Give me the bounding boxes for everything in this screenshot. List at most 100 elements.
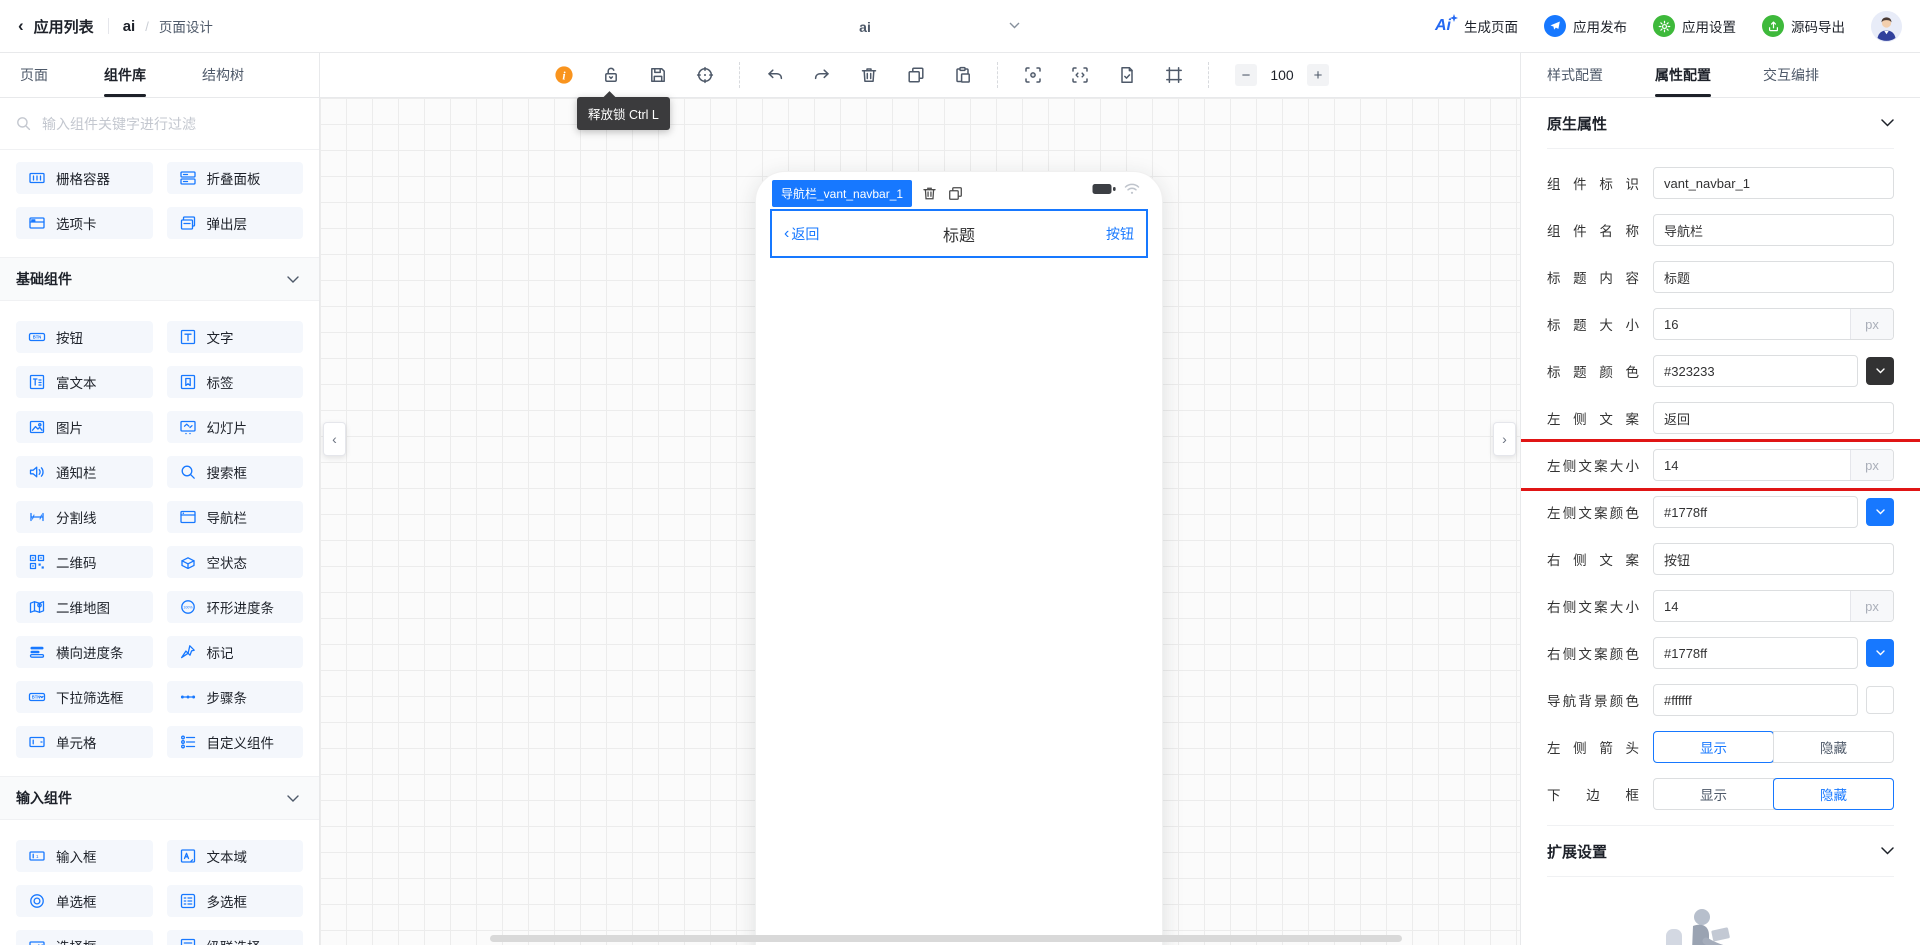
copy-component-button[interactable] xyxy=(947,185,964,202)
action-settings[interactable]: 应用设置 xyxy=(1653,15,1736,37)
field-input[interactable] xyxy=(1654,168,1893,198)
component-item-select[interactable]: 选择框 xyxy=(16,930,153,945)
component-item-map[interactable]: 二维地图 xyxy=(16,591,153,623)
collapse-panel-handle[interactable]: › xyxy=(1493,422,1516,456)
component-item-tag[interactable]: 标签 xyxy=(166,366,303,398)
component-item-text[interactable]: 文字 xyxy=(166,321,303,353)
color-input[interactable] xyxy=(1654,356,1857,386)
delete-button[interactable] xyxy=(856,62,882,88)
component-item-divider[interactable]: 分割线 xyxy=(16,501,153,533)
action-label: 应用发布 xyxy=(1573,20,1627,35)
design-canvas[interactable]: 导航栏_vant_navbar_1 ‹ 返回 标题 按钮 ‹ › xyxy=(320,98,1520,945)
save-button[interactable] xyxy=(645,62,671,88)
sidebar-tab-0[interactable]: 页面 xyxy=(20,53,48,97)
component-item-cascade[interactable]: 级联选择 xyxy=(166,930,303,945)
component-item-image[interactable]: 图片 xyxy=(16,411,153,443)
search-icon xyxy=(16,116,31,131)
breadcrumb-app-name[interactable]: ai xyxy=(123,18,136,35)
component-item-tabs[interactable]: 选项卡 xyxy=(16,207,153,239)
page-check-button[interactable] xyxy=(1114,62,1140,88)
component-item-input[interactable]: 1 输入框 xyxy=(16,840,153,872)
component-item-slideshow[interactable]: 幻灯片 xyxy=(166,411,303,443)
navbar-left-text[interactable]: ‹ 返回 xyxy=(784,224,819,244)
component-item-checkbox[interactable]: 多选框 xyxy=(166,885,303,917)
color-input[interactable] xyxy=(1654,685,1857,715)
paste-button[interactable] xyxy=(950,62,976,88)
zoom-in-button[interactable]: + xyxy=(1307,64,1329,86)
component-item-popup[interactable]: 弹出层 xyxy=(166,207,303,239)
delete-component-button[interactable] xyxy=(921,185,938,202)
field-input[interactable] xyxy=(1654,309,1850,339)
field-input[interactable] xyxy=(1654,450,1850,480)
field-input[interactable] xyxy=(1654,215,1893,245)
native-props-section-header[interactable]: 原生属性 xyxy=(1547,98,1894,149)
component-item-notice[interactable]: 通知栏 xyxy=(16,456,153,488)
component-item-cell[interactable]: 单元格 xyxy=(16,726,153,758)
component-label: 自定义组件 xyxy=(206,736,275,751)
page-select-dropdown[interactable]: ai xyxy=(700,0,1030,53)
color-input[interactable] xyxy=(1654,497,1857,527)
component-item-richtext[interactable]: 富文本 xyxy=(16,366,153,398)
sidebar-tab-1[interactable]: 组件库 xyxy=(104,53,146,97)
zoom-out-button[interactable]: − xyxy=(1235,64,1257,86)
tag-icon xyxy=(179,373,197,391)
component-item-grid[interactable]: 栅格容器 xyxy=(16,162,153,194)
redo-button[interactable] xyxy=(809,62,835,88)
navbar-component[interactable]: ‹ 返回 标题 按钮 xyxy=(770,209,1148,258)
frame-button[interactable] xyxy=(1161,62,1187,88)
component-label: 标记 xyxy=(206,646,234,661)
color-swatch[interactable] xyxy=(1866,357,1894,385)
color-swatch[interactable] xyxy=(1866,498,1894,526)
field-input[interactable] xyxy=(1654,544,1893,574)
action-ai-logo[interactable]: Ai 生成页面 xyxy=(1435,14,1518,36)
color-swatch[interactable] xyxy=(1866,639,1894,667)
component-item-empty[interactable]: 空状态 xyxy=(166,546,303,578)
component-item-steps[interactable]: 步骤条 xyxy=(166,681,303,713)
component-item-qrcode[interactable]: 二维码 xyxy=(16,546,153,578)
component-item-button[interactable]: BTN 按钮 xyxy=(16,321,153,353)
field-input[interactable] xyxy=(1654,403,1893,433)
panel-tab-0[interactable]: 样式配置 xyxy=(1547,53,1603,97)
component-item-hbar[interactable]: 横向进度条 xyxy=(16,636,153,668)
search-input[interactable] xyxy=(40,114,303,133)
component-item-filter[interactable]: BTN 下拉筛选框 xyxy=(16,681,153,713)
target-button[interactable] xyxy=(692,62,718,88)
panel-tab-2[interactable]: 交互编排 xyxy=(1763,53,1819,97)
component-item-custom[interactable]: 自定义组件 xyxy=(166,726,303,758)
field-input[interactable] xyxy=(1654,262,1893,292)
toggle-option[interactable]: 隐藏 xyxy=(1773,778,1894,810)
info-button[interactable]: i xyxy=(551,62,577,88)
avatar[interactable] xyxy=(1871,10,1902,42)
toggle-option[interactable]: 隐藏 xyxy=(1773,732,1893,762)
component-item-radio[interactable]: 单选框 xyxy=(16,885,153,917)
copy-button[interactable] xyxy=(903,62,929,88)
action-export[interactable]: 源码导出 xyxy=(1762,15,1845,37)
toggle-option[interactable]: 显示 xyxy=(1653,731,1774,763)
panel-tab-1[interactable]: 属性配置 xyxy=(1655,53,1711,97)
undo-button[interactable] xyxy=(762,62,788,88)
color-input[interactable] xyxy=(1654,638,1857,668)
color-swatch[interactable] xyxy=(1866,686,1894,714)
navbar-right-text[interactable]: 按钮 xyxy=(1106,224,1134,244)
toggle-option[interactable]: 显示 xyxy=(1654,779,1773,809)
component-item-ring[interactable]: 100% 环形进度条 xyxy=(166,591,303,623)
extension-section-header[interactable]: 扩展设置 xyxy=(1547,825,1894,877)
action-publish[interactable]: 应用发布 xyxy=(1544,15,1627,37)
collapse-sidebar-handle[interactable]: ‹ xyxy=(323,422,346,456)
code-scan-button[interactable] xyxy=(1067,62,1093,88)
back-icon[interactable]: ‹ xyxy=(18,16,24,36)
unlock-button[interactable]: 释放锁 Ctrl L xyxy=(577,62,670,130)
component-section-header[interactable]: 基础组件 xyxy=(0,257,319,301)
component-item-collapse[interactable]: 折叠面板 xyxy=(166,162,303,194)
preview-scan-button[interactable] xyxy=(1020,62,1046,88)
breadcrumb-app-list[interactable]: 应用列表 xyxy=(34,16,94,37)
component-item-marker[interactable]: 标记 xyxy=(166,636,303,668)
horizontal-scrollbar[interactable] xyxy=(490,935,1402,942)
chevron-down-icon xyxy=(287,794,299,802)
component-section-header[interactable]: 输入组件 xyxy=(0,776,319,820)
component-item-navbar[interactable]: 导航栏 xyxy=(166,501,303,533)
component-item-search[interactable]: 搜索框 xyxy=(166,456,303,488)
component-item-textarea[interactable]: 文本域 xyxy=(166,840,303,872)
field-input[interactable] xyxy=(1654,591,1850,621)
sidebar-tab-2[interactable]: 结构树 xyxy=(202,53,244,97)
